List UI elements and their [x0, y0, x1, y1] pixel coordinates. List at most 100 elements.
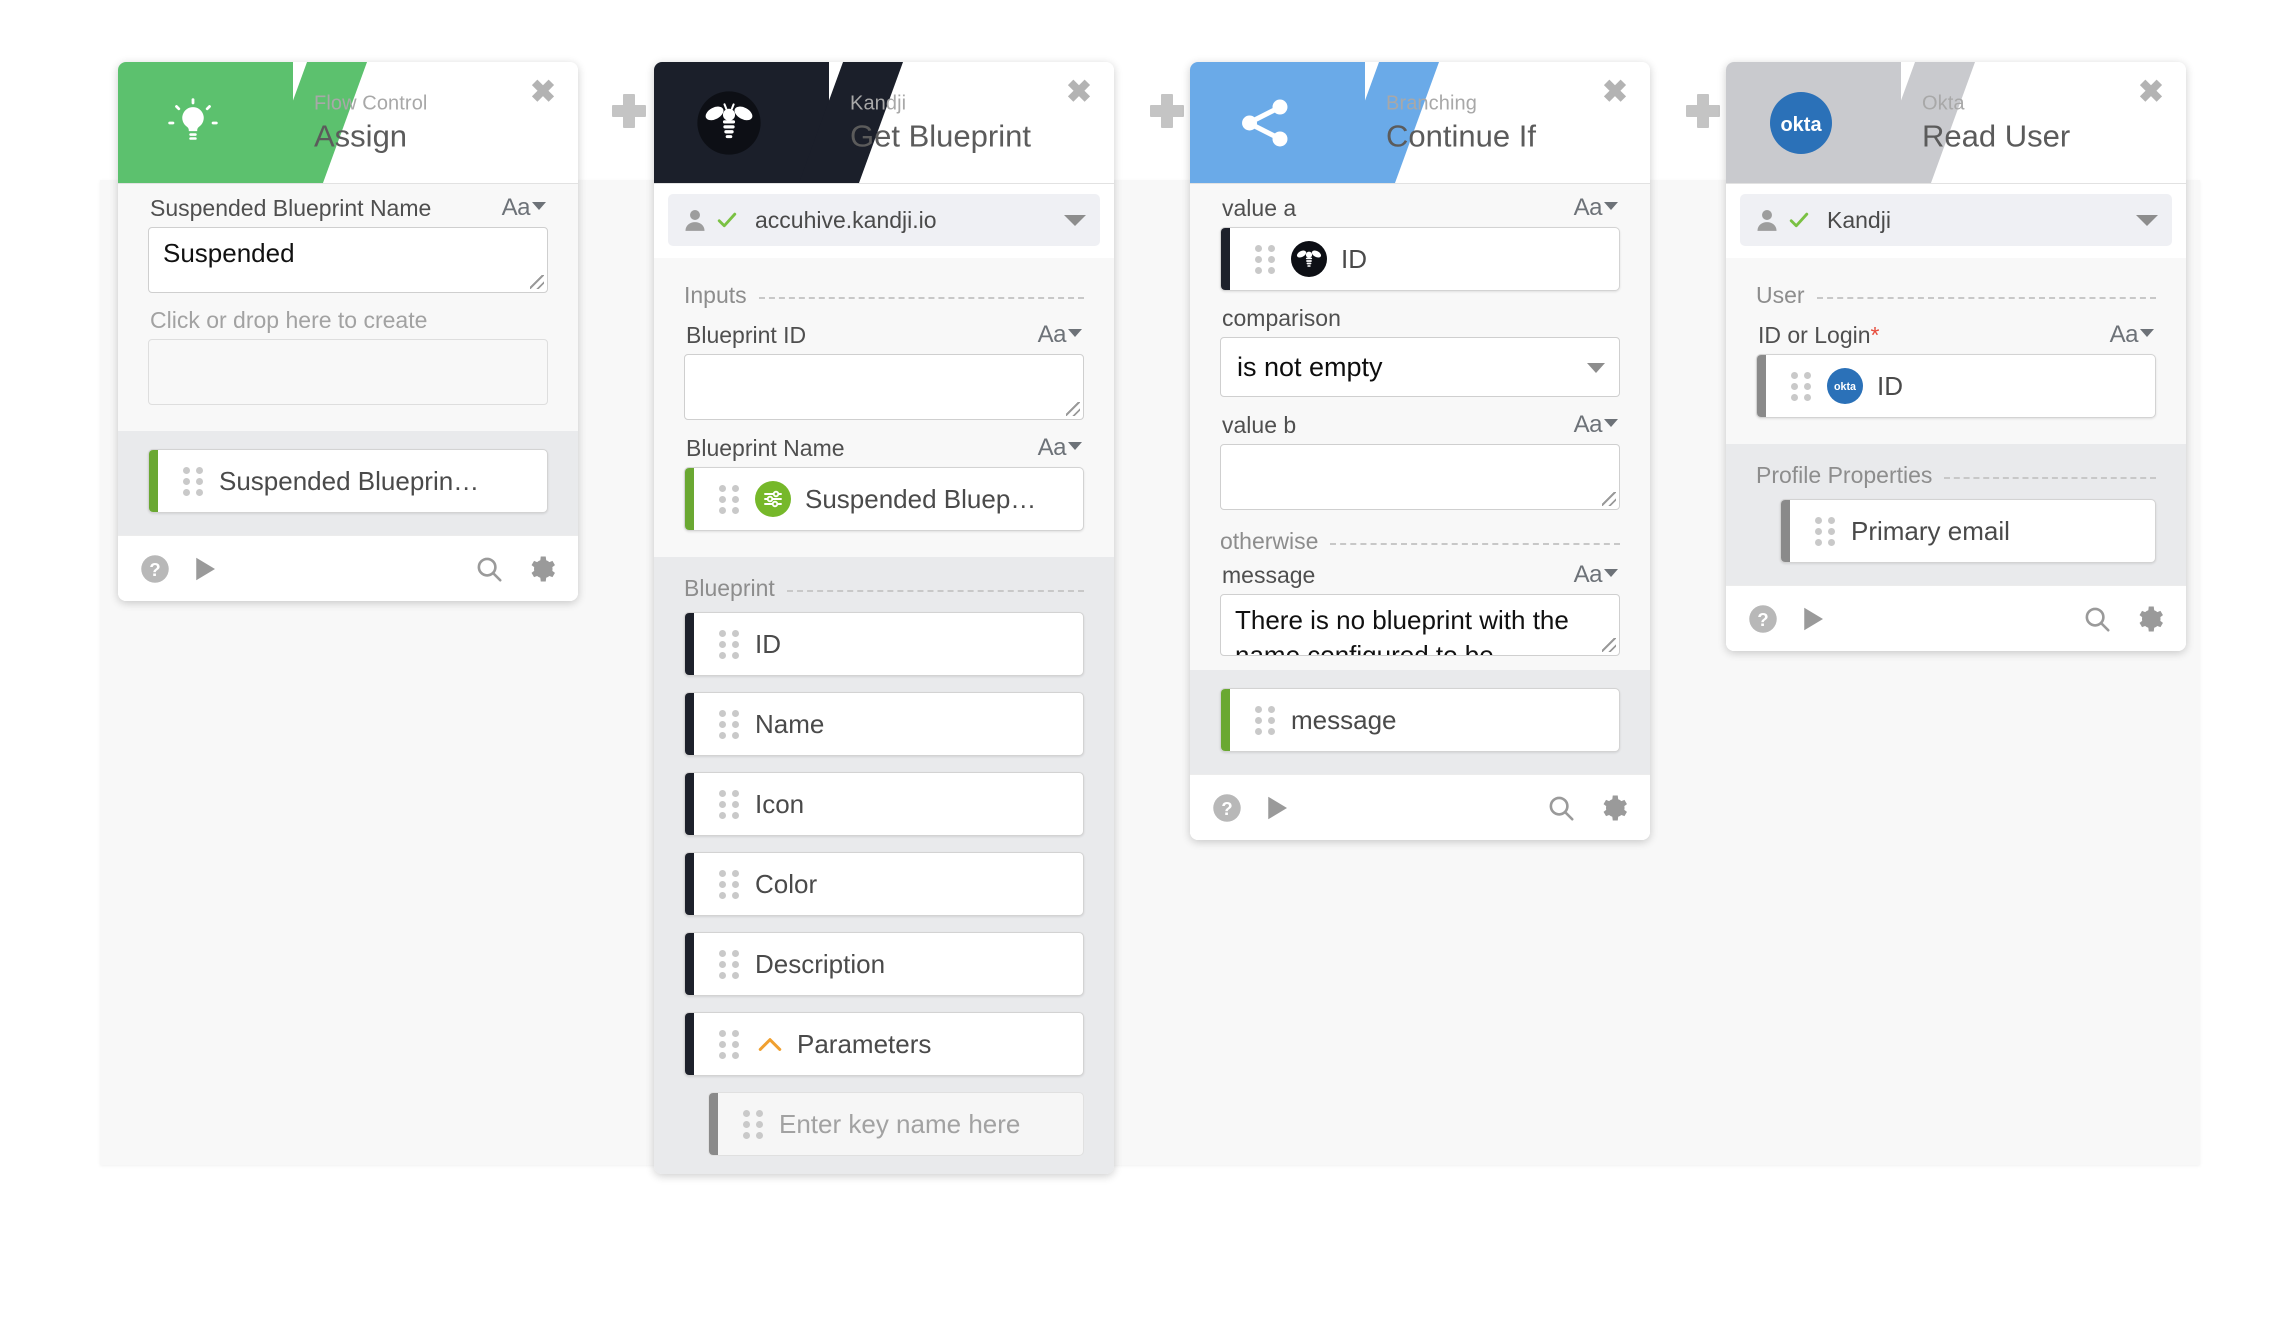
- aa-format-toggle[interactable]: Aa: [1574, 561, 1618, 589]
- parameter-key-input[interactable]: Enter key name here: [708, 1092, 1084, 1156]
- chevron-down-icon: [1604, 569, 1618, 577]
- card-outputs-assign: Suspended Blueprin…: [118, 431, 578, 535]
- aa-format-toggle[interactable]: Aa: [1038, 321, 1082, 349]
- close-icon[interactable]: ✖: [2134, 74, 2168, 108]
- add-step-connector-2[interactable]: [1150, 94, 1184, 128]
- close-icon[interactable]: ✖: [1062, 74, 1096, 108]
- aa-format-toggle[interactable]: Aa: [1038, 434, 1082, 462]
- aa-format-toggle[interactable]: Aa: [1574, 411, 1618, 439]
- chevron-down-icon[interactable]: [1064, 214, 1086, 226]
- card-kicker: Branching: [1386, 91, 1477, 114]
- play-icon[interactable]: [190, 554, 220, 584]
- chevron-down-icon[interactable]: [2136, 214, 2158, 226]
- value-a-token-label: ID: [1341, 243, 1367, 274]
- output-token[interactable]: ID: [684, 612, 1084, 676]
- drag-handle-icon[interactable]: [719, 484, 741, 514]
- comparison-select[interactable]: is not empty: [1220, 337, 1620, 397]
- aa-format-toggle[interactable]: Aa: [502, 194, 546, 222]
- field-comparison: comparison is not empty: [1220, 303, 1620, 397]
- drag-handle-icon[interactable]: [719, 789, 741, 819]
- output-token[interactable]: message: [1220, 688, 1620, 752]
- id-or-login-token[interactable]: okta ID: [1756, 354, 2156, 418]
- okta-icon: okta: [1827, 368, 1863, 404]
- help-icon[interactable]: ?: [140, 554, 170, 584]
- account-selector[interactable]: Kandji: [1740, 194, 2172, 246]
- card-title-block: Flow Control Assign: [314, 91, 427, 154]
- account-selector[interactable]: accuhive.kandji.io: [668, 194, 1100, 246]
- blueprint-name-token[interactable]: Suspended Bluep…: [684, 467, 1084, 531]
- help-icon[interactable]: ?: [1748, 604, 1778, 634]
- svg-text:okta: okta: [1780, 114, 1822, 136]
- drag-handle-icon[interactable]: [719, 869, 741, 899]
- drag-handle-icon[interactable]: [719, 709, 741, 739]
- card-get-blueprint[interactable]: Kandji Get Blueprint ✖ accuhive.kandji.i…: [654, 62, 1114, 1174]
- drag-handle-icon[interactable]: [183, 466, 205, 496]
- play-icon[interactable]: [1798, 604, 1828, 634]
- section-divider: [758, 296, 1084, 299]
- drag-handle-icon[interactable]: [719, 1029, 741, 1059]
- chevron-down-icon: [2140, 329, 2154, 337]
- output-token-label: Description: [755, 948, 886, 979]
- blueprint-id-input[interactable]: [684, 354, 1084, 420]
- section-label: Profile Properties: [1756, 462, 1933, 488]
- drag-handle-icon[interactable]: [1791, 371, 1813, 401]
- aa-format-toggle[interactable]: Aa: [2110, 321, 2154, 349]
- drag-handle-icon[interactable]: [719, 629, 741, 659]
- section-label: Inputs: [684, 282, 747, 308]
- search-icon[interactable]: [2082, 604, 2112, 634]
- value-a-token[interactable]: ID: [1220, 227, 1620, 291]
- drag-handle-icon[interactable]: [1255, 244, 1277, 274]
- chevron-down-icon: [1068, 442, 1082, 450]
- card-outputs-continue-if: message: [1190, 670, 1650, 774]
- play-icon[interactable]: [1262, 793, 1292, 823]
- bee-icon: [696, 90, 762, 156]
- gear-icon[interactable]: [1598, 793, 1628, 823]
- card-kicker: Okta: [1922, 91, 1965, 114]
- output-token[interactable]: Icon: [684, 772, 1084, 836]
- drag-handle-icon[interactable]: [743, 1109, 765, 1139]
- card-footer-assign: ?: [118, 535, 578, 601]
- close-icon[interactable]: ✖: [526, 74, 560, 108]
- add-step-connector-1[interactable]: [612, 94, 646, 128]
- card-assign[interactable]: Flow Control Assign ✖ Suspended Blueprin…: [118, 62, 578, 601]
- output-token-parameters[interactable]: Parameters: [684, 1012, 1084, 1076]
- output-token-label: Primary email: [1851, 515, 2010, 546]
- aa-label: Aa: [2109, 321, 2139, 348]
- drag-handle-icon[interactable]: [719, 949, 741, 979]
- chevron-down-icon: [1068, 329, 1082, 337]
- search-icon[interactable]: [474, 554, 504, 584]
- add-step-connector-3[interactable]: [1686, 94, 1720, 128]
- card-read-user[interactable]: okta Okta Read User ✖ Kandji User ID or …: [1726, 62, 2186, 651]
- output-token[interactable]: Name: [684, 692, 1084, 756]
- card-continue-if[interactable]: Branching Continue If ✖ value a Aa ID co…: [1190, 62, 1650, 840]
- suspended-blueprint-name-input[interactable]: Suspended: [148, 227, 548, 293]
- gear-icon[interactable]: [526, 554, 556, 584]
- output-token[interactable]: Description: [684, 932, 1084, 996]
- chevron-down-icon: [532, 202, 546, 210]
- drag-handle-icon[interactable]: [1255, 705, 1277, 735]
- drag-handle-icon[interactable]: [1815, 516, 1837, 546]
- create-dropzone[interactable]: [148, 339, 548, 405]
- aa-format-toggle[interactable]: Aa: [1574, 194, 1618, 222]
- card-kicker: Kandji: [850, 91, 907, 114]
- card-title-block: Branching Continue If: [1386, 91, 1536, 154]
- output-token[interactable]: Color: [684, 852, 1084, 916]
- output-token[interactable]: Suspended Blueprin…: [148, 449, 548, 513]
- card-header-get-blueprint: Kandji Get Blueprint ✖: [654, 62, 1114, 184]
- field-value-a: value a Aa ID: [1220, 192, 1620, 291]
- output-token[interactable]: Primary email: [1780, 499, 2156, 563]
- message-input[interactable]: There is no blueprint with the name conf…: [1220, 594, 1620, 656]
- section-inputs: Inputs: [684, 266, 1084, 319]
- field-label: value b: [1222, 412, 1297, 438]
- search-icon[interactable]: [1546, 793, 1576, 823]
- card-footer-continue-if: ?: [1190, 774, 1650, 840]
- gear-icon[interactable]: [2134, 604, 2164, 634]
- output-token-label: message: [1291, 704, 1397, 735]
- close-icon[interactable]: ✖: [1598, 74, 1632, 108]
- field-suspended-blueprint-name: Suspended Blueprint Name Aa Suspended: [148, 192, 548, 293]
- card-title: Continue If: [1386, 117, 1536, 153]
- chevron-up-icon[interactable]: [757, 1035, 783, 1053]
- blueprint-name-token-label: Suspended Bluep…: [805, 483, 1037, 514]
- help-icon[interactable]: ?: [1212, 793, 1242, 823]
- value-b-input[interactable]: [1220, 444, 1620, 510]
